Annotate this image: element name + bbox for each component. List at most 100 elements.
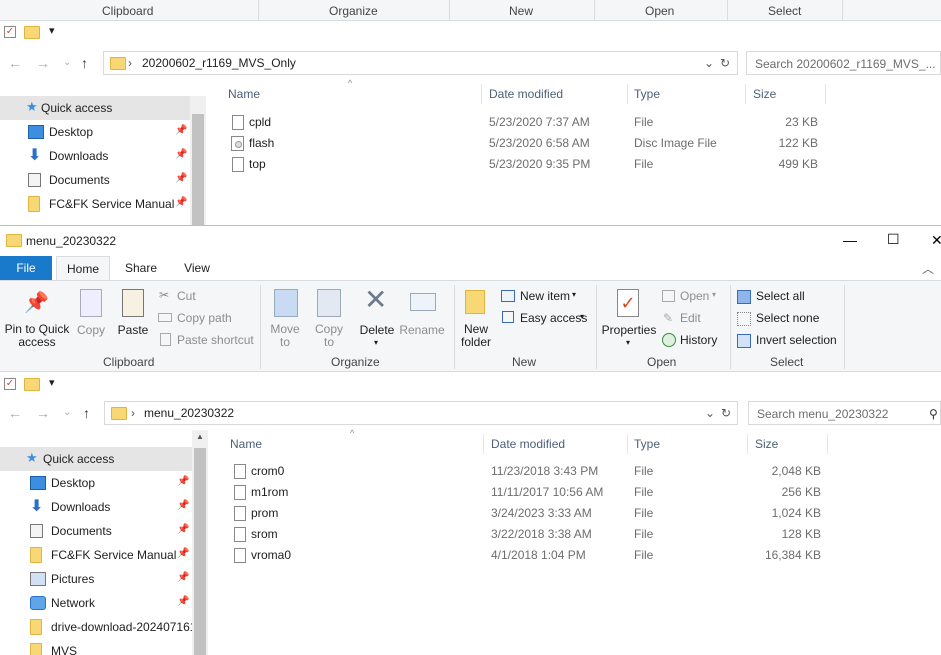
nav-scrollbar[interactable]: [190, 96, 206, 226]
nav-item-downloads[interactable]: ⬇ Downloads 📌: [0, 495, 190, 519]
customize-qat-icon[interactable]: ▾: [49, 376, 55, 389]
nav-item-quick-access[interactable]: ★ Quick access: [0, 96, 190, 120]
nav-item-mvs[interactable]: MVS: [0, 639, 190, 655]
collapse-ribbon-icon[interactable]: ︿: [922, 260, 934, 277]
scrollbar-thumb[interactable]: [192, 114, 204, 226]
up-arrow-icon[interactable]: ↑: [81, 55, 88, 71]
column-header-name[interactable]: Name: [230, 437, 262, 451]
copy-button[interactable]: Copy: [74, 323, 108, 337]
breadcrumb[interactable]: menu_20230322: [144, 406, 234, 420]
invert-selection-button[interactable]: Invert selection: [756, 333, 837, 347]
tab-home[interactable]: Home: [56, 256, 110, 280]
nav-item-documents[interactable]: Documents 📌: [0, 519, 190, 543]
scroll-up-arrow-icon[interactable]: ▲: [196, 432, 204, 441]
column-header-date[interactable]: Date modified: [491, 437, 565, 451]
tab-view[interactable]: View: [173, 256, 221, 280]
nav-item-fc-fk-service-manual[interactable]: FC&FK Service Manual 📌: [0, 543, 190, 567]
up-arrow-icon[interactable]: ↑: [83, 405, 90, 421]
paste-shortcut-button[interactable]: Paste shortcut: [177, 333, 254, 347]
address-row: ← → ⌄ ↑ › menu_20230322 ⌄ ↻ Search menu_…: [0, 398, 941, 428]
paste-button[interactable]: Paste: [114, 323, 152, 337]
properties-check-icon[interactable]: ✓: [4, 378, 16, 390]
minimize-icon[interactable]: —: [843, 232, 857, 248]
nav-item-desktop[interactable]: Desktop 📌: [0, 120, 190, 144]
maximize-icon[interactable]: ☐: [887, 231, 900, 248]
history-button[interactable]: History: [680, 333, 717, 347]
file-row-flash[interactable]: flash 5/23/2020 6:58 AM Disc Image File …: [206, 133, 846, 154]
address-dropdown-icon[interactable]: ⌄: [704, 56, 714, 70]
history-clock-icon: [662, 333, 676, 347]
recent-chevron-icon[interactable]: ⌄: [63, 57, 71, 68]
nav-item-pictures[interactable]: Pictures 📌: [0, 567, 190, 591]
refresh-icon[interactable]: ↻: [720, 56, 730, 70]
file-row-vroma0[interactable]: vroma0 4/1/2018 1:04 PM File 16,384 KB: [208, 545, 848, 566]
select-none-button[interactable]: Select none: [756, 311, 819, 325]
search-box[interactable]: Search menu_20230322 ⚲: [748, 401, 941, 425]
file-row-srom[interactable]: srom 3/22/2018 3:38 AM File 128 KB: [208, 524, 848, 545]
address-bar[interactable]: › menu_20230322 ⌄ ↻: [104, 401, 738, 425]
open-button[interactable]: Open: [680, 289, 709, 303]
tab-file[interactable]: File: [0, 256, 52, 280]
column-header-size[interactable]: Size: [755, 437, 778, 451]
close-icon[interactable]: ✕: [931, 232, 941, 249]
back-arrow-icon[interactable]: ←: [8, 405, 22, 421]
recent-chevron-icon[interactable]: ⌄: [63, 407, 71, 418]
nav-item-network[interactable]: Network 📌: [0, 591, 190, 615]
group-label-open: Open: [645, 4, 675, 18]
file-icon: [232, 157, 244, 172]
new-item-button[interactable]: New item: [520, 289, 570, 303]
desktop-icon: [30, 476, 46, 490]
rename-button[interactable]: Rename: [399, 323, 445, 337]
copy-to-button[interactable]: Copy to: [310, 323, 348, 349]
file-row-m1rom[interactable]: m1rom 11/11/2017 10:56 AM File 256 KB: [208, 482, 848, 503]
pin-to-quick-access-button[interactable]: Pin to Quick access: [2, 323, 72, 349]
group-label-clipboard: Clipboard: [103, 355, 155, 369]
move-to-button[interactable]: Move to: [266, 323, 304, 349]
column-header-size[interactable]: Size: [753, 87, 776, 101]
nav-scrollbar[interactable]: ▲: [192, 430, 208, 655]
forward-arrow-icon[interactable]: →: [36, 405, 50, 421]
properties-dropdown-icon[interactable]: ▾: [626, 338, 630, 347]
nav-item-downloads[interactable]: ⬇ Downloads 📌: [0, 144, 190, 168]
address-dropdown-icon[interactable]: ⌄: [705, 406, 715, 420]
nav-item-drive-download[interactable]: drive-download-202407161: [0, 615, 196, 639]
copy-path-button[interactable]: Copy path: [177, 311, 232, 325]
open-dropdown-icon[interactable]: ▾: [712, 290, 716, 299]
breadcrumb[interactable]: 20200602_r1169_MVS_Only: [142, 56, 296, 70]
address-bar[interactable]: › 20200602_r1169_MVS_Only ⌄ ↻: [103, 51, 738, 75]
search-box[interactable]: Search 20200602_r1169_MVS_...: [746, 51, 941, 75]
nav-item-quick-access[interactable]: ★ Quick access: [0, 447, 192, 471]
new-folder-button[interactable]: New folder: [456, 323, 496, 349]
file-row-cpld[interactable]: cpld 5/23/2020 7:37 AM File 23 KB: [206, 112, 846, 133]
column-header-name[interactable]: Name: [228, 87, 260, 101]
forward-arrow-icon[interactable]: →: [36, 55, 50, 71]
delete-button[interactable]: Delete: [357, 323, 397, 337]
new-item-dropdown-icon[interactable]: ▾: [572, 290, 576, 299]
nav-item-desktop[interactable]: Desktop 📌: [0, 471, 190, 495]
properties-check-icon[interactable]: ✓: [4, 26, 16, 38]
column-header-type[interactable]: Type: [634, 437, 660, 451]
pictures-icon: [30, 572, 46, 586]
customize-qat-icon[interactable]: ▾: [49, 24, 55, 37]
edit-button[interactable]: Edit: [680, 311, 701, 325]
file-row-top[interactable]: top 5/23/2020 9:35 PM File 499 KB: [206, 154, 846, 175]
pin-icon: 📌: [175, 149, 188, 160]
nav-item-documents[interactable]: Documents 📌: [0, 168, 190, 192]
new-folder-qat-icon[interactable]: [24, 26, 40, 39]
column-header-type[interactable]: Type: [634, 87, 660, 101]
easy-access-button[interactable]: Easy access: [520, 311, 587, 325]
cut-button[interactable]: Cut: [177, 289, 196, 303]
file-row-prom[interactable]: prom 3/24/2023 3:33 AM File 1,024 KB: [208, 503, 848, 524]
back-arrow-icon[interactable]: ←: [8, 55, 22, 71]
new-folder-qat-icon[interactable]: [24, 378, 40, 391]
refresh-icon[interactable]: ↻: [721, 406, 731, 420]
tab-share[interactable]: Share: [117, 256, 165, 280]
select-all-button[interactable]: Select all: [756, 289, 805, 303]
file-row-crom0[interactable]: crom0 11/23/2018 3:43 PM File 2,048 KB: [208, 461, 848, 482]
scrollbar-thumb[interactable]: [194, 448, 206, 655]
properties-button[interactable]: Properties: [601, 323, 657, 337]
nav-item-fc-fk-service-manual[interactable]: FC&FK Service Manual 📌: [0, 192, 190, 216]
delete-dropdown-icon[interactable]: ▾: [374, 338, 378, 347]
easy-access-dropdown-icon[interactable]: ▾: [580, 312, 584, 321]
column-header-date[interactable]: Date modified: [489, 87, 563, 101]
